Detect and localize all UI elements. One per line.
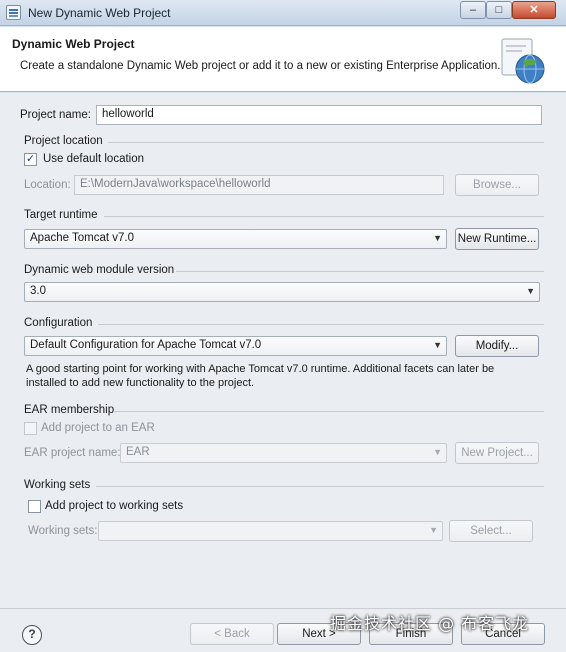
target-runtime-value: Apache Tomcat v7.0 [30, 232, 134, 244]
module-version-value: 3.0 [30, 285, 46, 297]
ear-project-name-value: EAR [126, 446, 150, 458]
wizard-description: Create a standalone Dynamic Web project … [20, 60, 501, 72]
footer-divider [0, 608, 566, 609]
select-working-sets-button[interactable]: Select... [449, 520, 533, 542]
project-name-label: Project name: [20, 109, 91, 121]
project-name-input[interactable]: helloworld [96, 105, 542, 125]
project-location-divider [108, 142, 544, 143]
chevron-down-icon: ▼ [433, 233, 442, 243]
configuration-group-label: Configuration [24, 317, 93, 329]
ear-membership-group-label: EAR membership [24, 404, 115, 416]
ear-project-name-select[interactable]: EAR ▼ [120, 443, 447, 463]
title-bar: New Dynamic Web Project – □ ✕ [0, 0, 566, 26]
minimize-button[interactable]: – [460, 1, 486, 19]
target-runtime-group-label: Target runtime [24, 209, 98, 221]
target-runtime-divider [104, 216, 544, 217]
working-sets-select[interactable]: ▼ [98, 521, 443, 541]
configuration-select[interactable]: Default Configuration for Apache Tomcat … [24, 336, 447, 356]
configuration-description-line2: installed to add new functionality to th… [26, 377, 255, 389]
location-input[interactable]: E:\ModernJava\workspace\helloworld [74, 175, 444, 195]
help-icon[interactable]: ? [22, 625, 42, 645]
add-to-ear-checkbox[interactable] [24, 422, 37, 435]
working-sets-divider [96, 486, 544, 487]
app-window-icon [6, 5, 21, 20]
ear-membership-divider [114, 411, 544, 412]
configuration-divider [98, 324, 544, 325]
project-location-group-label: Project location [24, 135, 103, 147]
use-default-location-label: Use default location [43, 153, 145, 165]
wizard-title: Dynamic Web Project [12, 37, 135, 51]
chevron-down-icon: ▼ [429, 525, 438, 535]
wizard-banner: Dynamic Web Project Create a standalone … [0, 27, 566, 92]
new-ear-project-button[interactable]: New Project... [455, 442, 539, 464]
modify-button[interactable]: Modify... [455, 335, 539, 357]
chevron-down-icon: ▼ [433, 340, 442, 350]
wizard-body: Project name: helloworld Project locatio… [0, 93, 566, 652]
add-to-working-sets-checkbox[interactable] [28, 500, 41, 513]
target-runtime-select[interactable]: Apache Tomcat v7.0 ▼ [24, 229, 447, 249]
add-to-ear-label: Add project to an EAR [41, 422, 155, 434]
chevron-down-icon: ▼ [433, 447, 442, 457]
module-version-group-label: Dynamic web module version [24, 264, 175, 276]
use-default-location-checkbox[interactable]: ✓ [24, 153, 37, 166]
maximize-button[interactable]: □ [486, 1, 512, 19]
chevron-down-icon: ▼ [526, 286, 535, 296]
add-to-working-sets-label: Add project to working sets [45, 500, 184, 512]
module-version-divider [176, 271, 544, 272]
working-sets-label: Working sets: [28, 525, 98, 537]
watermark-text: 掘金技术社区 @ 布客飞龙 [330, 614, 530, 633]
web-project-globe-icon [501, 38, 545, 84]
window-title: New Dynamic Web Project [28, 6, 171, 20]
module-version-select[interactable]: 3.0 ▼ [24, 282, 540, 302]
browse-button[interactable]: Browse... [455, 174, 539, 196]
working-sets-group-label: Working sets [24, 479, 91, 491]
configuration-value: Default Configuration for Apache Tomcat … [30, 339, 262, 351]
location-label: Location: [24, 179, 71, 191]
close-button[interactable]: ✕ [512, 1, 556, 19]
configuration-description-line1: A good starting point for working with A… [26, 363, 495, 375]
new-runtime-button[interactable]: New Runtime... [455, 228, 539, 250]
checkmark-icon: ✓ [25, 153, 36, 165]
back-button[interactable]: < Back [190, 623, 274, 645]
ear-project-name-label: EAR project name: [24, 447, 121, 459]
